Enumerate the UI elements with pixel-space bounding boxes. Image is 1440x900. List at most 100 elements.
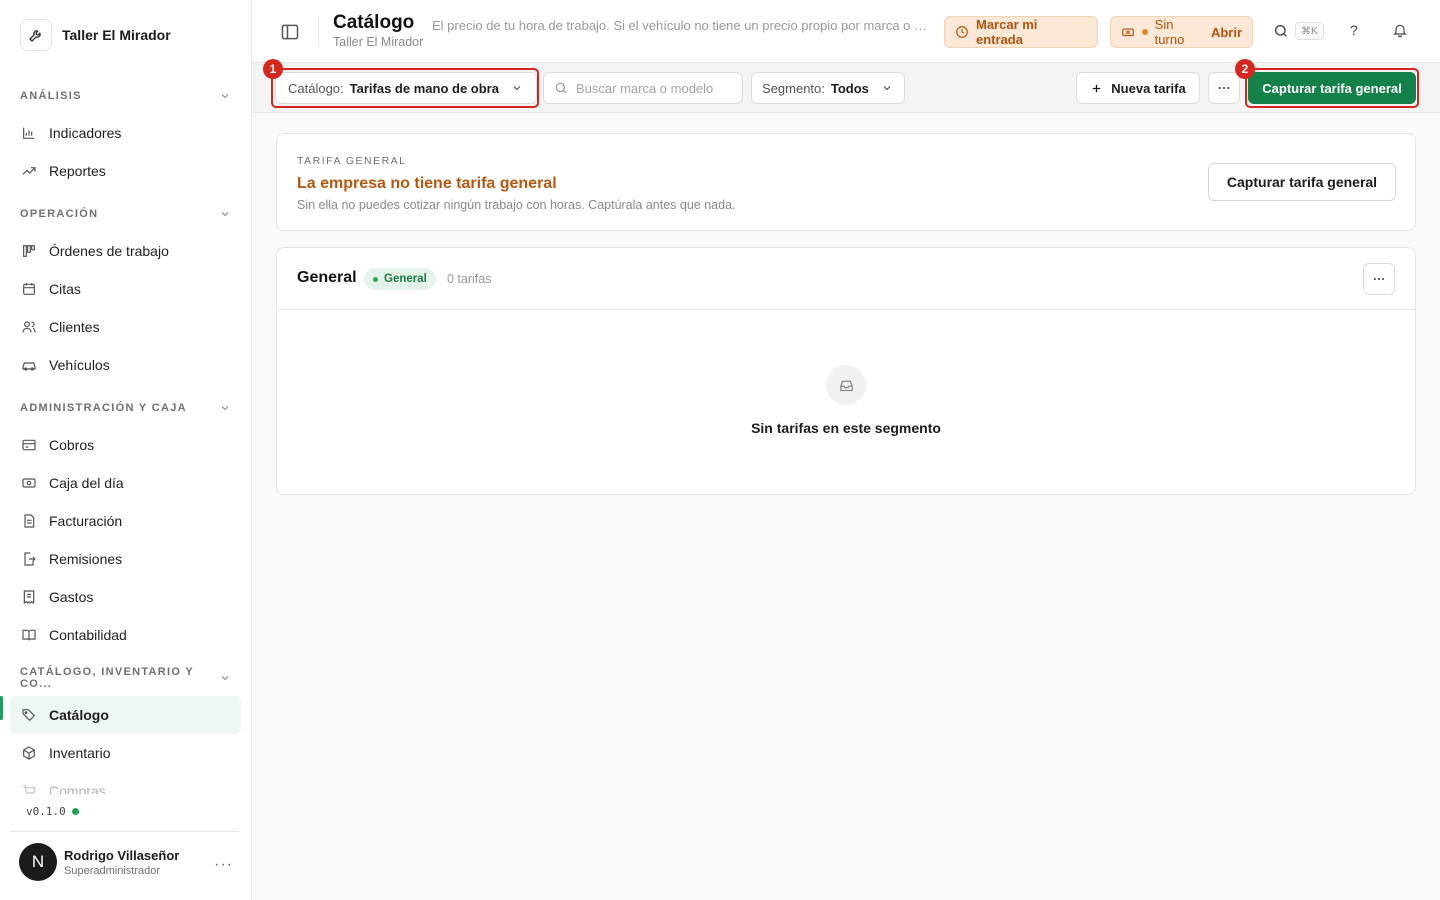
sidebar-item-label: Reportes <box>49 163 106 179</box>
section-operacion[interactable]: OPERACIÓN <box>10 196 241 232</box>
segment-select[interactable]: Segmento: Todos <box>751 72 905 104</box>
segment-select-label: Segmento: <box>762 80 825 96</box>
page-title: Catálogo <box>333 12 415 33</box>
section-admin[interactable]: ADMINISTRACIÓN Y CAJA <box>10 390 241 426</box>
chevron-down-icon <box>511 82 523 94</box>
sidebar: Taller El Mirador ANÁLISIS Indicadores R… <box>0 0 252 900</box>
trending-up-icon <box>20 163 37 180</box>
shortcut-hint: ⌘K <box>1295 22 1324 40</box>
sidebar-item-remisiones[interactable]: Remisiones <box>10 540 241 578</box>
segment-card-header: General General 0 tarifas <box>277 248 1415 310</box>
sidebar-item-vehiculos[interactable]: Vehículos <box>10 346 241 384</box>
sidebar-toggle-icon[interactable] <box>280 22 300 42</box>
sidebar-nav: ANÁLISIS Indicadores Reportes OPERACIÓN … <box>10 78 241 794</box>
shift-status: Sin turno <box>1154 17 1185 47</box>
segment-select-value: Todos <box>830 80 869 96</box>
sidebar-item-compras[interactable]: Compras <box>10 772 241 794</box>
cash-register-icon <box>1121 25 1135 39</box>
sidebar-item-label: Contabilidad <box>49 627 127 643</box>
catalog-select-label: Catálogo: <box>288 80 344 96</box>
divider <box>318 16 319 46</box>
more-options-button[interactable] <box>1208 72 1240 104</box>
catalog-select[interactable]: Catálogo: Tarifas de mano de obra <box>275 72 537 104</box>
package-icon <box>20 745 37 762</box>
receipt-icon <box>20 589 37 606</box>
sidebar-item-label: Vehículos <box>49 357 110 373</box>
new-rate-label: Nueva tarifa <box>1111 80 1186 96</box>
sidebar-item-citas[interactable]: Citas <box>10 270 241 308</box>
user-menu-icon[interactable]: ··· <box>214 856 233 874</box>
book-open-icon <box>20 627 37 644</box>
sidebar-item-clientes[interactable]: Clientes <box>10 308 241 346</box>
search-icon <box>554 81 568 95</box>
sidebar-item-ordenes[interactable]: Órdenes de trabajo <box>10 232 241 270</box>
sidebar-item-catalogo[interactable]: Catálogo <box>10 696 241 734</box>
clock-icon <box>955 25 969 39</box>
segment-more-button[interactable] <box>1363 263 1395 295</box>
version: v0.1.0 <box>26 805 79 818</box>
more-horizontal-icon <box>1217 81 1231 95</box>
segment-title: General <box>297 269 357 286</box>
capture-general-rate-button[interactable]: Capturar tarifa general <box>1248 72 1416 104</box>
badge-label: General <box>384 273 427 285</box>
status-dot <box>71 808 79 815</box>
sidebar-item-label: Catálogo <box>49 707 109 723</box>
chevron-down-icon <box>219 90 231 102</box>
help-icon[interactable]: ? <box>1350 22 1358 38</box>
version-label: v0.1.0 <box>26 805 66 818</box>
chevron-down-icon <box>219 672 231 684</box>
file-text-icon <box>20 513 37 530</box>
section-catalogo[interactable]: CATÁLOGO, INVENTARIO Y CO... <box>10 660 241 696</box>
shift-button[interactable]: Sin turno Abrir <box>1110 16 1253 48</box>
sidebar-item-label: Cobros <box>49 437 95 453</box>
page-description: El precio de tu hora de trabajo. Si el v… <box>432 18 932 33</box>
section-label: OPERACIÓN <box>20 208 99 220</box>
chevron-down-icon <box>219 402 231 414</box>
user-role: Superadministrador <box>64 864 160 877</box>
sidebar-item-label: Gastos <box>49 589 94 605</box>
credit-card-icon <box>20 437 37 454</box>
check-in-button[interactable]: Marcar mi entrada <box>944 16 1098 48</box>
sidebar-item-caja[interactable]: Caja del día <box>10 464 241 502</box>
sidebar-item-cobros[interactable]: Cobros <box>10 426 241 464</box>
annotation-marker: 2 <box>1235 59 1255 79</box>
sidebar-item-reportes[interactable]: Reportes <box>10 152 241 190</box>
sidebar-item-label: Caja del día <box>49 475 124 491</box>
search-box <box>543 72 743 104</box>
sidebar-item-label: Indicadores <box>49 125 122 141</box>
status-dot <box>1142 29 1148 35</box>
avatar: N <box>19 843 57 881</box>
capture-general-rate-secondary-button[interactable]: Capturar tarifa general <box>1208 163 1396 201</box>
user-name: Rodrigo Villaseñor <box>64 847 180 863</box>
search-input[interactable] <box>576 80 726 96</box>
shift-open-action: Abrir <box>1210 24 1242 40</box>
section-label: ADMINISTRACIÓN Y CAJA <box>20 402 187 414</box>
catalog-select-value: Tarifas de mano de obra <box>349 80 499 96</box>
new-rate-button[interactable]: Nueva tarifa <box>1076 72 1200 104</box>
search-icon[interactable] <box>1273 23 1289 39</box>
section-analisis[interactable]: ANÁLISIS <box>10 78 241 114</box>
user-profile[interactable]: N Rodrigo Villaseñor Superadministrador <box>19 843 179 881</box>
brand[interactable]: Taller El Mirador <box>20 19 171 51</box>
warning-title: La empresa no tiene tarifa general <box>297 175 557 192</box>
file-export-icon <box>20 551 37 568</box>
general-rate-card: TARIFA GENERAL La empresa no tiene tarif… <box>276 133 1416 231</box>
sidebar-item-label: Clientes <box>49 319 100 335</box>
active-indicator <box>0 696 3 720</box>
plus-icon <box>1090 82 1103 95</box>
inbox-icon <box>826 365 866 405</box>
sidebar-item-contabilidad[interactable]: Contabilidad <box>10 616 241 654</box>
sidebar-item-label: Citas <box>49 281 81 297</box>
sidebar-item-indicadores[interactable]: Indicadores <box>10 114 241 152</box>
sidebar-item-label: Facturación <box>49 513 123 529</box>
bell-icon[interactable] <box>1392 22 1408 38</box>
sidebar-item-facturacion[interactable]: Facturación <box>10 502 241 540</box>
sidebar-item-inventario[interactable]: Inventario <box>10 734 241 772</box>
sidebar-item-label: Compras <box>49 783 106 794</box>
kanban-icon <box>20 243 37 260</box>
check-in-label: Marcar mi entrada <box>976 17 1038 47</box>
rate-count: 0 tarifas <box>447 272 492 286</box>
sidebar-item-gastos[interactable]: Gastos <box>10 578 241 616</box>
bar-chart-icon <box>20 125 37 142</box>
sidebar-item-label: Remisiones <box>49 551 123 567</box>
